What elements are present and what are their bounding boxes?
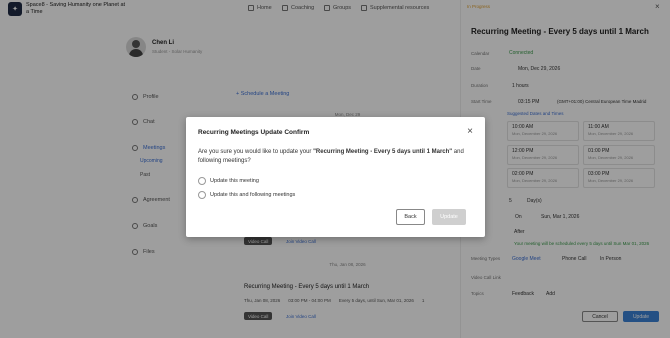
dialog-message: Are you sure you would like to update yo… bbox=[198, 148, 468, 166]
back-label: Back bbox=[404, 214, 417, 220]
update-label: Update bbox=[440, 214, 458, 220]
option-update-this[interactable]: Update this meeting bbox=[198, 177, 259, 185]
radio-icon bbox=[198, 177, 206, 185]
dialog-title: Recurring Meetings Update Confirm bbox=[198, 129, 310, 136]
update-button[interactable]: Update bbox=[432, 209, 466, 225]
radio-icon bbox=[198, 191, 206, 199]
option-label: Update this meeting bbox=[210, 178, 259, 184]
option-update-following[interactable]: Update this and following meetings bbox=[198, 191, 295, 199]
app-root: ✦ Space8 - Saving Humanity one Planet at… bbox=[0, 0, 670, 338]
close-icon[interactable]: × bbox=[467, 126, 473, 137]
back-button[interactable]: Back bbox=[396, 209, 425, 225]
dialog-meeting-name: "Recurring Meeting - Every 5 days until … bbox=[313, 149, 453, 155]
dialog-message-pre: Are you sure you would like to update yo… bbox=[198, 149, 314, 155]
confirm-dialog: Recurring Meetings Update Confirm × Are … bbox=[186, 117, 485, 237]
option-label: Update this and following meetings bbox=[210, 192, 296, 198]
